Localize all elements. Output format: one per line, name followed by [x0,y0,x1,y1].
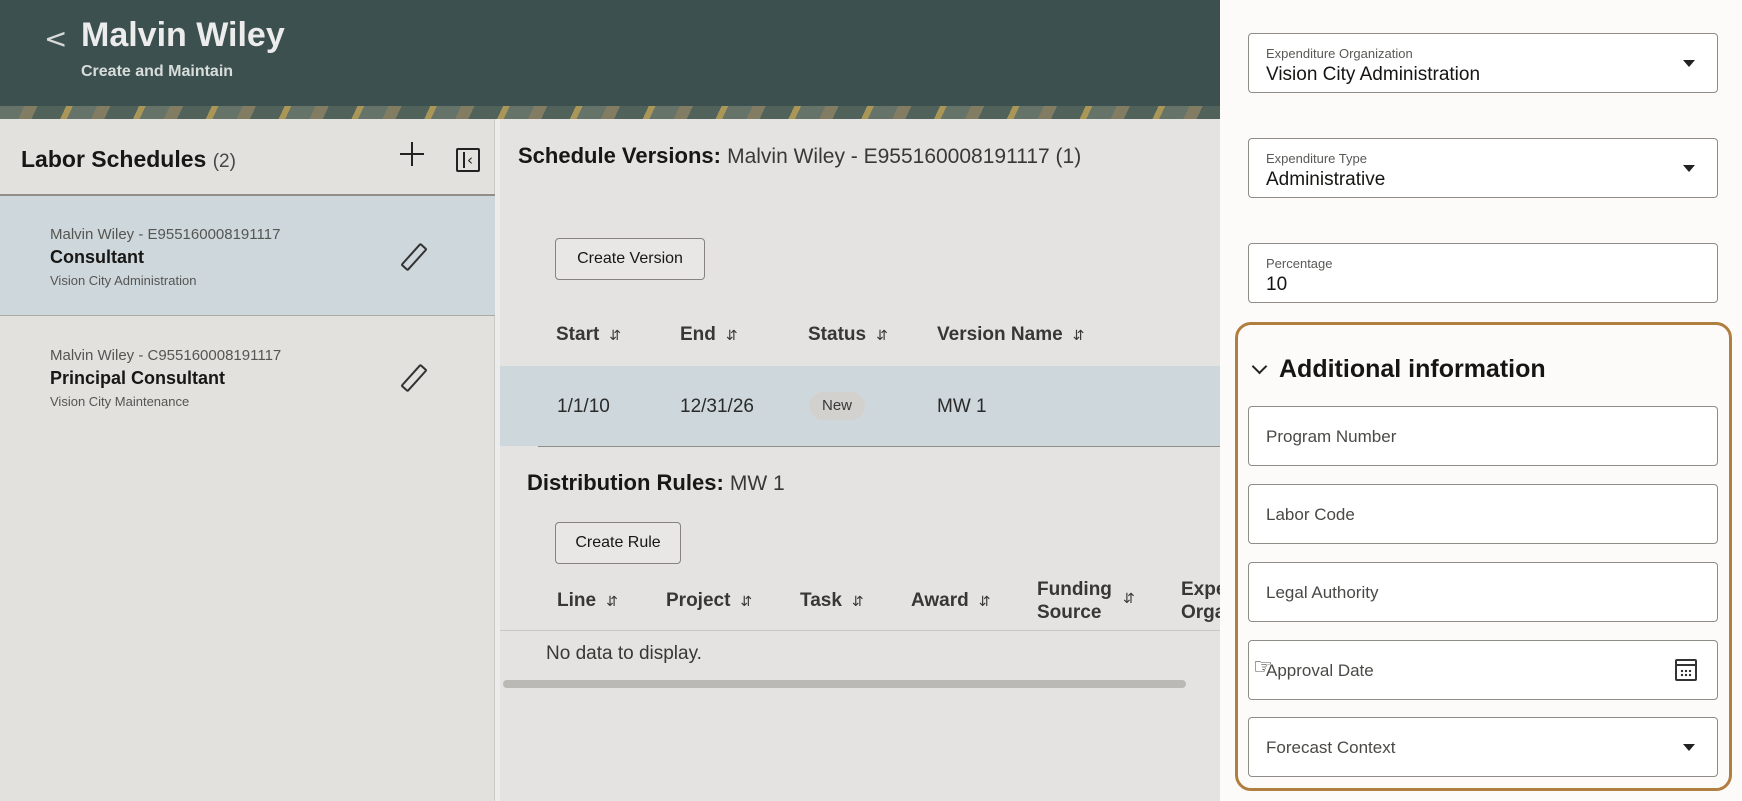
field-value: Administrative [1266,169,1386,190]
dropdown-caret-icon[interactable] [1683,60,1695,67]
approval-date-field[interactable]: Approval Date [1248,640,1718,700]
field-value: 10 [1266,274,1288,295]
field-label: Approval Date [1266,661,1374,680]
additional-information-title: Additional information [1279,355,1546,383]
hand-cursor-icon: ☞ [1253,655,1273,680]
expenditure-type-select[interactable]: Expenditure Type Administrative [1248,138,1718,198]
modal-backdrop[interactable] [0,0,1220,801]
chevron-down-icon[interactable] [1251,358,1268,375]
field-label: Expenditure Type [1266,151,1367,166]
field-value: Vision City Administration [1266,64,1481,85]
calendar-icon[interactable] [1675,659,1697,681]
field-label: Percentage [1266,256,1333,271]
field-label: Expenditure Organization [1266,46,1413,61]
dropdown-caret-icon[interactable] [1683,744,1695,751]
app-root: < Malvin Wiley Create and Maintain Labor… [0,0,1742,801]
additional-information-toggle[interactable]: Additional information [1250,355,1546,384]
field-label: Program Number [1266,427,1397,446]
field-label: Labor Code [1266,505,1355,524]
expenditure-organization-select[interactable]: Expenditure Organization Vision City Adm… [1248,33,1718,93]
percentage-field[interactable]: Percentage 10 [1248,243,1718,303]
field-label: Forecast Context [1266,738,1396,757]
program-number-field[interactable]: Program Number [1248,406,1718,466]
labor-code-field[interactable]: Labor Code [1248,484,1718,544]
legal-authority-field[interactable]: Legal Authority [1248,562,1718,622]
dropdown-caret-icon[interactable] [1683,165,1695,172]
field-label: Legal Authority [1266,583,1379,602]
forecast-context-select[interactable]: Forecast Context [1248,717,1718,777]
